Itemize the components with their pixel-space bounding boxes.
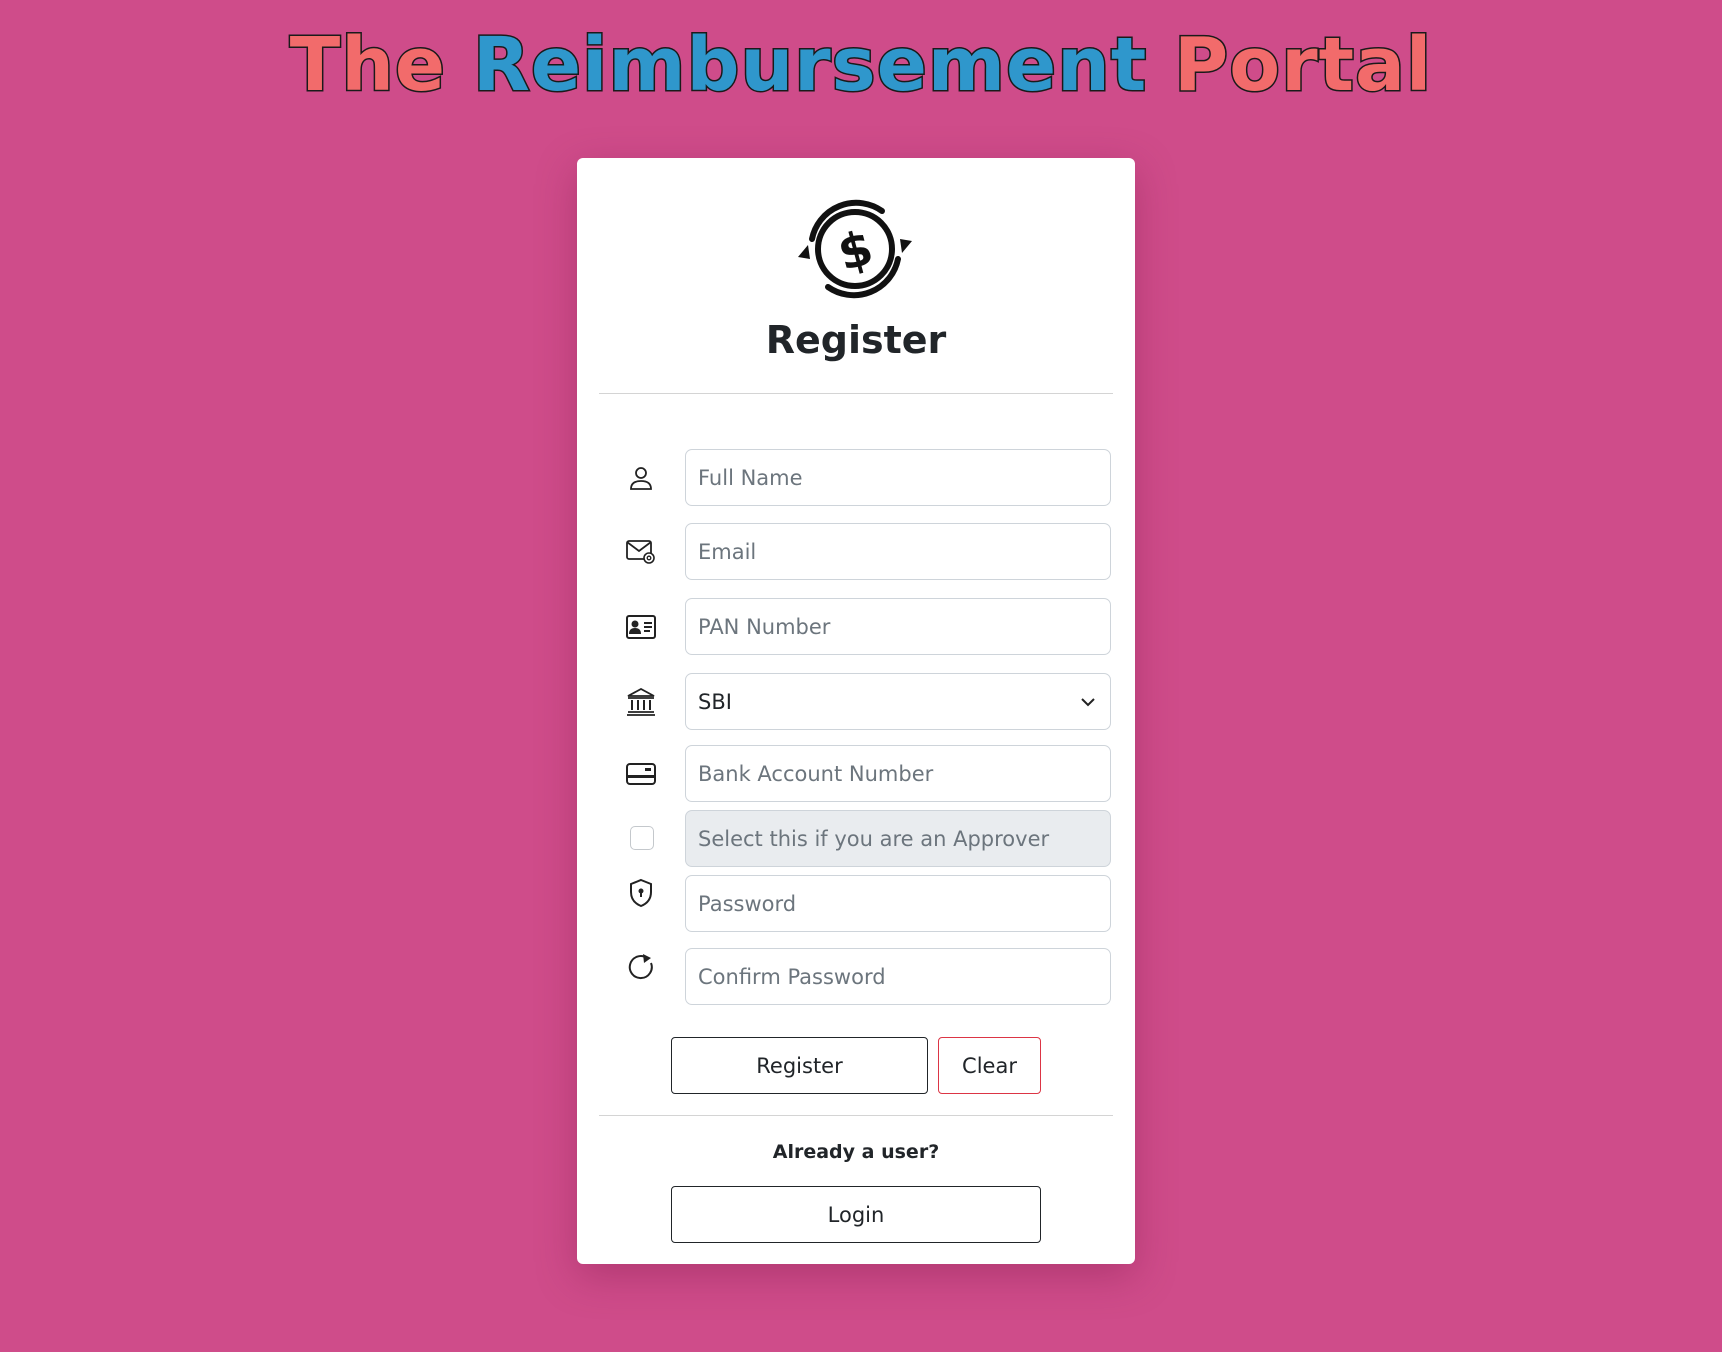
shield-lock-icon — [623, 875, 659, 911]
pan-number-input[interactable] — [698, 599, 1098, 654]
refresh-icon — [623, 949, 659, 985]
register-button[interactable]: Register — [671, 1037, 928, 1094]
password-field[interactable] — [685, 875, 1111, 932]
full-name-field[interactable] — [685, 449, 1111, 506]
approver-checkbox[interactable] — [630, 826, 654, 850]
approver-label-box: Select this if you are an Approver — [685, 810, 1111, 867]
full-name-input[interactable] — [698, 450, 1098, 505]
person-icon — [623, 460, 659, 496]
login-button[interactable]: Login — [671, 1186, 1041, 1243]
password-input[interactable] — [698, 876, 1098, 931]
title-part-portal: Portal — [1172, 21, 1433, 110]
bank-icon — [623, 684, 659, 720]
email-field[interactable] — [685, 523, 1111, 580]
dollar-cycle-logo: $ — [798, 199, 912, 299]
bank-account-field[interactable] — [685, 745, 1111, 802]
title-part-the: The — [288, 21, 447, 110]
already-user-text: Already a user? — [772, 1141, 940, 1163]
bank-select-value: SBI — [698, 689, 732, 714]
top-divider — [599, 393, 1113, 394]
approver-label: Select this if you are an Approver — [698, 826, 1050, 851]
confirm-password-input[interactable] — [698, 949, 1098, 1004]
bank-account-input[interactable] — [698, 746, 1098, 801]
register-card: $ Register SBI Select this if you are an… — [577, 158, 1135, 1264]
site-title: The Reimbursement Portal — [0, 21, 1722, 110]
bottom-divider — [599, 1115, 1113, 1116]
confirm-password-field[interactable] — [685, 948, 1111, 1005]
clear-button[interactable]: Clear — [938, 1037, 1041, 1094]
id-card-icon — [623, 609, 659, 645]
register-title: Register — [765, 318, 947, 362]
pan-number-field[interactable] — [685, 598, 1111, 655]
svg-text:$: $ — [832, 220, 879, 283]
envelope-at-icon — [623, 534, 659, 570]
email-input[interactable] — [698, 524, 1098, 579]
chevron-down-icon — [1081, 697, 1095, 706]
bank-select[interactable]: SBI — [685, 673, 1111, 730]
title-part-reimbursement: Reimbursement — [471, 21, 1148, 110]
credit-card-icon — [623, 756, 659, 792]
